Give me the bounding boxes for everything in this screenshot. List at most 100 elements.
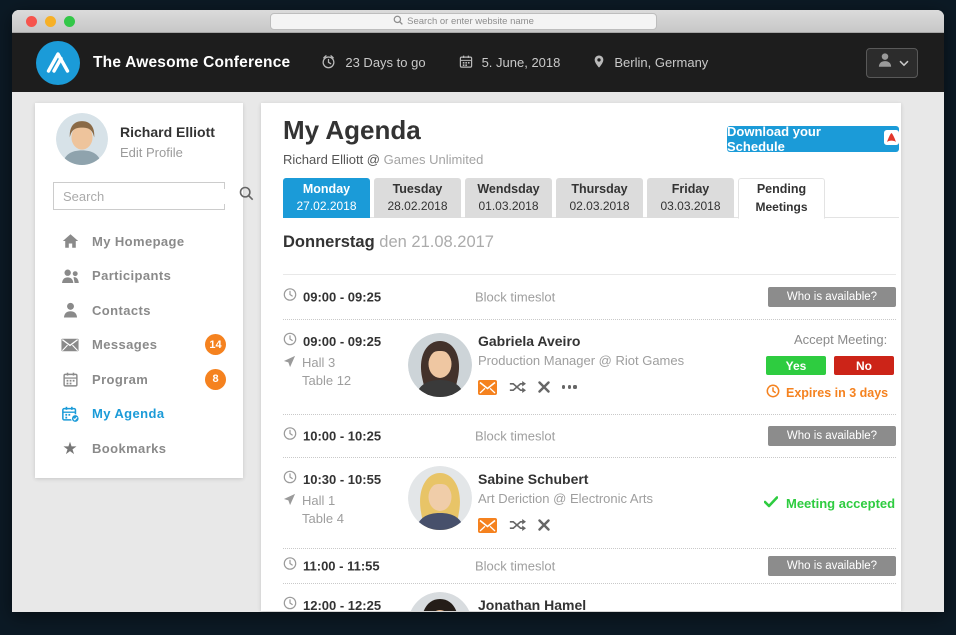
sidebar-item-contacts[interactable]: Contacts (35, 293, 243, 328)
user-icon (876, 51, 894, 74)
app-title: The Awesome Conference (93, 54, 290, 72)
download-schedule-button[interactable]: Download your Schedule (727, 126, 899, 152)
alarm-clock-icon (320, 53, 337, 73)
meeting-row: 09:00 - 09:25 Hall 3 Table 12 Gabriela A… (283, 320, 896, 414)
sidebar-search-input[interactable] (63, 189, 239, 204)
location-text: Berlin, Germany (614, 55, 708, 70)
user-menu-button[interactable] (866, 48, 918, 78)
browser-window: Search or enter website name The Awesome… (12, 10, 944, 612)
sidebar-item-my-homepage[interactable]: My Homepage (35, 224, 243, 259)
location-info: Berlin, Germany (592, 53, 708, 73)
cancel-meeting-icon[interactable] (538, 381, 550, 393)
timeslot-time: 10:00 - 10:25 (303, 429, 381, 444)
sidebar-item-bookmarks[interactable]: ★ Bookmarks (35, 431, 243, 466)
clock-icon (283, 470, 297, 489)
check-icon (764, 496, 778, 511)
countdown-text: 23 Days to go (345, 55, 425, 70)
page-title: My Agenda (283, 115, 421, 146)
accept-no-button[interactable]: No (834, 356, 894, 375)
sidebar-item-my-agenda[interactable]: My Agenda (35, 397, 243, 432)
agenda-subtitle: Richard Elliott @ Games Unlimited (283, 152, 483, 167)
sidebar-item-program[interactable]: Program 8 (35, 362, 243, 397)
day-tabs: Monday 27.02.2018 Tuesday 28.02.2018 Wen… (283, 178, 899, 218)
participant-name: Sabine Schubert (478, 470, 653, 488)
sidebar-item-participants[interactable]: Participants (35, 259, 243, 294)
meeting-row: 10:30 - 10:55 Hall 1 Table 4 Sabine Schu… (283, 458, 896, 548)
meeting-row: 12:00 - 12:25 Jonathan Hamel (283, 584, 896, 611)
browser-titlebar: Search or enter website name (12, 10, 944, 33)
edit-profile-link[interactable]: Edit Profile (120, 145, 215, 160)
meeting-table: Table 4 (302, 511, 393, 527)
agenda-list: 09:00 - 09:25 Block timeslot Who is avai… (283, 274, 896, 611)
send-message-icon[interactable] (478, 380, 497, 395)
who-is-available-button[interactable]: Who is available? (768, 426, 896, 446)
tab-tuesday[interactable]: Tuesday 28.02.2018 (374, 178, 461, 218)
who-is-available-button[interactable]: Who is available? (768, 556, 896, 576)
program-count-badge: 8 (205, 369, 226, 390)
participant-role: Art Deriction @ Electronic Arts (478, 491, 653, 507)
chevron-down-icon (899, 54, 909, 72)
tab-thursday[interactable]: Thursday 02.03.2018 (556, 178, 643, 218)
accept-meeting-label: Accept Meeting: (794, 332, 896, 347)
tab-friday[interactable]: Friday 03.03.2018 (647, 178, 734, 218)
sidebar-search-box (53, 182, 225, 210)
location-pin-icon (592, 53, 606, 73)
desktop-background: Search or enter website name The Awesome… (0, 0, 956, 635)
close-window-button[interactable] (26, 16, 37, 27)
address-bar-placeholder: Search or enter website name (407, 16, 534, 27)
avatar (408, 592, 472, 611)
reschedule-icon[interactable] (509, 380, 526, 394)
fullscreen-window-button[interactable] (64, 16, 75, 27)
search-icon (393, 15, 403, 28)
home-icon (60, 233, 80, 249)
meeting-hall: Hall 1 (302, 493, 335, 509)
minimize-window-button[interactable] (45, 16, 56, 27)
location-arrow-icon (283, 493, 296, 511)
date-text: 5. June, 2018 (482, 55, 561, 70)
meeting-actions (478, 379, 684, 395)
timeslot-time: 11:00 - 11:55 (303, 559, 380, 574)
block-timeslot-label: Block timeslot (475, 559, 555, 574)
sidebar: Richard Elliott Edit Profile My Homepage… (35, 103, 243, 478)
avatar[interactable] (56, 113, 108, 165)
avatar (408, 333, 472, 397)
participants-icon (60, 268, 80, 284)
user-name: Richard Elliott (120, 124, 215, 140)
participant-name: Gabriela Aveiro (478, 332, 684, 350)
meeting-time: 12:00 - 12:25 (303, 598, 381, 611)
countdown-info: 23 Days to go (320, 53, 425, 73)
expires-text: Expires in 3 days (786, 386, 888, 400)
star-icon: ★ (60, 440, 80, 457)
sidebar-item-messages[interactable]: Messages 14 (35, 328, 243, 363)
search-icon[interactable] (239, 186, 254, 206)
accept-yes-button[interactable]: Yes (766, 356, 826, 375)
avatar (408, 466, 472, 530)
timeslot-time: 09:00 - 09:25 (303, 290, 381, 305)
tab-pending-meetings[interactable]: Pending Meetings (738, 178, 825, 219)
day-heading: Donnerstag den 21.08.2017 (283, 233, 494, 252)
block-timeslot-label: Block timeslot (475, 290, 555, 305)
participant-role: Production Manager @ Riot Games (478, 353, 684, 369)
conference-logo-icon (36, 41, 80, 85)
more-options-icon[interactable] (562, 385, 577, 388)
envelope-icon (60, 338, 80, 352)
reschedule-icon[interactable] (509, 518, 526, 532)
block-timeslot-label: Block timeslot (475, 429, 555, 444)
meeting-accepted-status: Meeting accepted (764, 496, 896, 511)
timeslot-row: 11:00 - 11:55 Block timeslot Who is avai… (283, 549, 896, 583)
send-message-icon[interactable] (478, 518, 497, 533)
timeslot-row: 10:00 - 10:25 Block timeslot Who is avai… (283, 415, 896, 457)
who-is-available-button[interactable]: Who is available? (768, 287, 896, 307)
pdf-icon (884, 130, 899, 148)
browser-address-bar[interactable]: Search or enter website name (270, 13, 657, 30)
tab-wednesday[interactable]: Wendsday 01.03.2018 (465, 178, 552, 218)
calendar-icon (60, 371, 80, 388)
meeting-hall: Hall 3 (302, 355, 335, 371)
sidebar-menu: My Homepage Participants Contacts Messag… (35, 224, 243, 466)
cancel-meeting-icon[interactable] (538, 519, 550, 531)
timeslot-row: 09:00 - 09:25 Block timeslot Who is avai… (283, 275, 896, 319)
meeting-time: 10:30 - 10:55 (303, 472, 381, 487)
location-arrow-icon (283, 355, 296, 373)
clock-icon (283, 557, 297, 576)
tab-monday[interactable]: Monday 27.02.2018 (283, 178, 370, 218)
